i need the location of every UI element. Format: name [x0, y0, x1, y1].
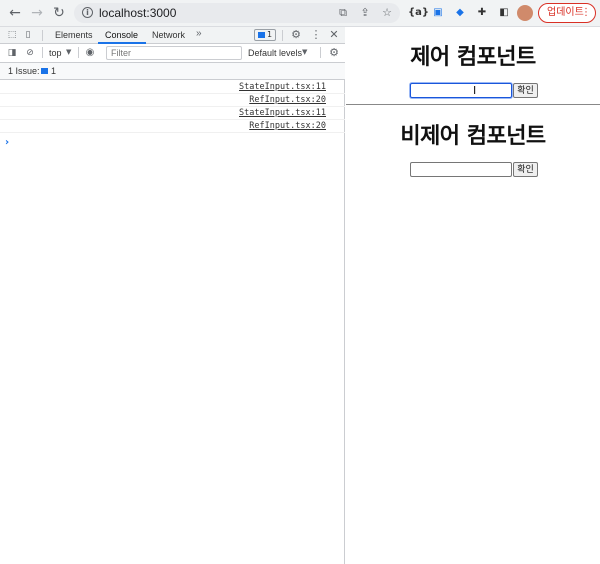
- toolbar-divider: [42, 30, 43, 41]
- context-selector[interactable]: top: [49, 48, 62, 58]
- controlled-component-section: 제어 컴포넌트 I 확인: [346, 39, 600, 101]
- tab-elements[interactable]: Elements: [55, 30, 93, 40]
- uncontrolled-title: 비제어 컴포넌트: [400, 124, 546, 149]
- filter-input[interactable]: Filter: [106, 46, 242, 60]
- console-log-row: RefInput.tsx:20: [0, 120, 345, 133]
- toolbar-divider: [282, 30, 283, 41]
- toolbar-divider: [42, 47, 43, 58]
- uncontrolled-confirm-button[interactable]: 확인: [513, 162, 538, 177]
- controlled-text-input[interactable]: [410, 83, 512, 98]
- log-source-link[interactable]: StateInput.tsx:11: [239, 108, 326, 118]
- console-filter-bar: ◨ ⊘ top ▼ ◉ Filter Default levels ▼ ⚙: [0, 44, 345, 63]
- issues-badge-count: 1: [267, 30, 273, 39]
- uncontrolled-text-input[interactable]: [410, 162, 512, 177]
- kebab-menu-icon: ⋮: [581, 7, 591, 18]
- uncontrolled-input-row: 확인: [346, 162, 600, 180]
- update-button-label: 업데이트: [547, 7, 584, 18]
- site-info-icon[interactable]: i: [82, 7, 93, 18]
- caret-down-icon: ▼: [66, 48, 72, 56]
- extension-c-icon[interactable]: ◆: [452, 5, 468, 21]
- tab-network[interactable]: Network: [152, 30, 185, 40]
- message-icon: [258, 31, 265, 38]
- kebab-menu-icon[interactable]: ⋮: [310, 29, 322, 41]
- reload-icon[interactable]: ↻: [50, 4, 68, 22]
- extension-b-icon[interactable]: ▣: [430, 5, 446, 21]
- tab-console[interactable]: Console: [105, 30, 138, 40]
- message-icon: [41, 68, 48, 74]
- extension-a-icon[interactable]: {a}: [408, 5, 429, 21]
- extensions-puzzle-icon[interactable]: ✚: [474, 5, 490, 21]
- inspect-element-icon[interactable]: ⬚: [6, 29, 18, 41]
- close-icon[interactable]: ✕: [328, 29, 340, 41]
- devtools-panel: ⬚ ▯ Elements Console Network » 1 ⚙ ⋮ ✕ ◨…: [0, 27, 345, 564]
- section-divider: [346, 104, 600, 105]
- eye-icon[interactable]: ◉: [84, 47, 96, 59]
- uncontrolled-component-section: 비제어 컴포넌트 확인: [346, 118, 600, 180]
- console-sidebar-icon[interactable]: ◨: [6, 47, 18, 59]
- toolbar-divider: [78, 47, 79, 58]
- device-toolbar-icon[interactable]: ▯: [22, 29, 34, 41]
- log-source-link[interactable]: RefInput.tsx:20: [249, 121, 326, 131]
- issues-count: 1: [51, 66, 57, 76]
- console-log-row: StateInput.tsx:11: [0, 107, 345, 120]
- issues-bar[interactable]: 1 Issue: 1: [0, 63, 345, 80]
- log-source-link[interactable]: RefInput.tsx:20: [249, 95, 326, 105]
- devtools-tab-bar: ⬚ ▯ Elements Console Network » 1 ⚙ ⋮ ✕: [0, 27, 345, 44]
- log-source-link[interactable]: StateInput.tsx:11: [239, 82, 326, 92]
- translate-icon[interactable]: ⧉: [336, 6, 350, 20]
- console-log-row: StateInput.tsx:11: [0, 81, 345, 94]
- caret-down-icon: ▼: [302, 48, 308, 56]
- more-tabs-icon[interactable]: »: [196, 28, 202, 39]
- controlled-input-row: I 확인: [346, 83, 600, 101]
- console-settings-gear-icon[interactable]: ⚙: [328, 47, 340, 59]
- toolbar-divider: [320, 47, 321, 58]
- text-cursor-icon: I: [473, 84, 477, 97]
- controlled-confirm-button[interactable]: 확인: [513, 83, 538, 98]
- page-viewport: 제어 컴포넌트 I 확인 비제어 컴포넌트 확인: [346, 27, 600, 564]
- controlled-title: 제어 컴포넌트: [410, 45, 536, 70]
- address-bar[interactable]: i localhost:3000 ⧉ ⇪ ☆: [74, 3, 400, 23]
- console-log-row: RefInput.tsx:20: [0, 94, 345, 107]
- side-panel-icon[interactable]: ◧: [496, 5, 512, 21]
- url-text[interactable]: localhost:3000: [99, 6, 176, 20]
- back-arrow-icon[interactable]: ←: [6, 4, 24, 22]
- console-prompt-chevron-icon[interactable]: ›: [5, 137, 9, 148]
- console-output: StateInput.tsx:11 RefInput.tsx:20 StateI…: [0, 81, 345, 564]
- bookmark-star-icon[interactable]: ☆: [380, 6, 394, 20]
- forward-arrow-icon[interactable]: →: [28, 4, 46, 22]
- settings-gear-icon[interactable]: ⚙: [290, 29, 302, 41]
- share-icon[interactable]: ⇪: [358, 6, 372, 20]
- issues-badge[interactable]: 1: [254, 29, 276, 41]
- issues-label: 1 Issue:: [8, 66, 40, 76]
- update-button[interactable]: 업데이트 ⋮: [538, 3, 596, 23]
- log-levels-dropdown[interactable]: Default levels: [248, 48, 302, 58]
- clear-console-icon[interactable]: ⊘: [24, 47, 36, 59]
- browser-toolbar: ← → ↻ i localhost:3000 ⧉ ⇪ ☆ {a} ▣ ◆ ✚ ◧…: [0, 0, 600, 27]
- profile-avatar[interactable]: [517, 5, 533, 21]
